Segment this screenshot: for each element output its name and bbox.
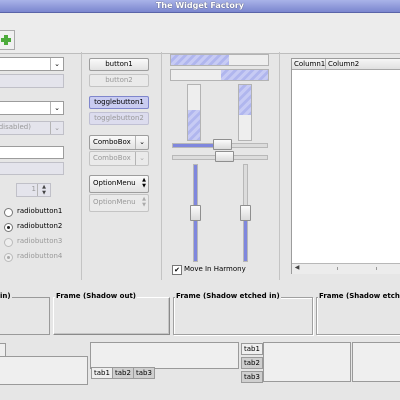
spin-button: 1 ▲ ▼ xyxy=(16,183,51,197)
radio-button xyxy=(4,238,13,247)
radio-button xyxy=(4,253,13,262)
notebook-bottom xyxy=(90,342,239,369)
button1[interactable]: button1 xyxy=(89,58,149,71)
add-icon xyxy=(1,35,11,45)
combo-box[interactable]: ⌄ xyxy=(0,101,64,115)
tab-2[interactable]: tab2 xyxy=(241,357,263,369)
progress-bar-inverted xyxy=(170,69,269,81)
tab-1[interactable]: tab1 xyxy=(241,343,263,355)
frame-shadow-etched-in xyxy=(173,297,313,335)
add-button[interactable] xyxy=(0,30,15,50)
hscale-2-knob[interactable] xyxy=(215,151,234,162)
updown-arrows-icon: ▲ ▼ xyxy=(142,177,146,189)
separator xyxy=(161,52,162,280)
combobox2: ComboBox ⌄ xyxy=(89,151,149,166)
hscale-knob[interactable] xyxy=(213,139,232,150)
spin-value: 1 xyxy=(31,185,36,193)
scale-fill xyxy=(244,215,247,261)
frame-label: Frame (Shadow etche xyxy=(318,292,400,301)
tab-3[interactable]: tab3 xyxy=(133,367,155,379)
radio-row[interactable]: radiobutton1 xyxy=(4,207,74,217)
combo-box-disabled: (disabled) ⌄ xyxy=(0,121,64,135)
toolbar xyxy=(0,13,400,54)
radio-label: radiobutton4 xyxy=(17,252,63,260)
progress-fill xyxy=(239,85,251,116)
check-icon: ✔ xyxy=(174,266,180,274)
radio-button[interactable] xyxy=(4,223,13,232)
text-entry-disabled xyxy=(0,162,64,175)
scale-fill xyxy=(173,144,218,147)
combo-entry[interactable]: ⌄ xyxy=(0,57,64,71)
horizontal-scrollbar[interactable]: ◀ xyxy=(292,263,400,274)
spin-arrows-icon: ▲ ▼ xyxy=(37,184,50,196)
chevron-down-icon: ⌄ xyxy=(50,122,63,134)
column-header-1[interactable]: Column1 xyxy=(292,59,326,70)
radio-row: radiobutton4 xyxy=(4,252,74,262)
tab-2[interactable]: tab2 xyxy=(112,367,134,379)
vscale-knob[interactable] xyxy=(190,205,201,221)
scroll-left-icon[interactable]: ◀ xyxy=(293,264,301,272)
combobox1[interactable]: ComboBox ⌄ xyxy=(89,135,149,150)
frame-shadow-out xyxy=(53,297,170,335)
text-entry[interactable] xyxy=(0,146,64,159)
radio-label: radiobutton2 xyxy=(17,222,63,230)
separator xyxy=(81,52,82,280)
vscale-2-knob[interactable] xyxy=(240,205,251,221)
vprogress-bar-inverted xyxy=(238,84,252,141)
optionmenu1-label: OptionMenu xyxy=(93,179,136,187)
radio-label: radiobutton3 xyxy=(17,237,63,245)
frame-label: Frame (Shadow etched in) xyxy=(175,292,281,301)
radio-button[interactable] xyxy=(4,208,13,217)
radio-row: radiobutton3 xyxy=(4,237,74,247)
chevron-down-icon[interactable]: ⌄ xyxy=(50,58,63,70)
radio-label: radiobutton1 xyxy=(17,207,63,215)
progress-fill xyxy=(188,109,200,140)
notebook-left xyxy=(0,356,88,385)
togglebutton2: togglebutton2 xyxy=(89,112,149,125)
radio-group: radiobutton1 radiobutton2 radiobutton3 radi… xyxy=(4,207,74,267)
updown-arrows-icon: ▲ ▼ xyxy=(142,196,146,208)
radio-row[interactable]: radiobutton2 xyxy=(4,222,74,232)
scrollbar-thumb[interactable] xyxy=(337,267,377,270)
column-header-2[interactable]: Column2 xyxy=(326,59,400,70)
optionmenu2-label: OptionMenu xyxy=(93,198,136,206)
progress-fill xyxy=(221,70,268,80)
tab-1[interactable]: tab1 xyxy=(91,367,113,379)
window-titlebar[interactable]: The Widget Factory xyxy=(0,0,400,13)
tab-3[interactable]: tab3 xyxy=(241,371,263,383)
move-in-harmony-checkbox[interactable]: ✔ xyxy=(172,265,182,275)
notebook-side xyxy=(263,342,351,382)
notebook-side-tabs: tab1 tab2 tab3 xyxy=(241,343,263,387)
frame-label: Frame (Shadow out) xyxy=(55,292,137,301)
tree-view[interactable]: Column1 Column2 ◀ xyxy=(291,58,400,274)
togglebutton1[interactable]: togglebutton1 xyxy=(89,96,149,109)
optionmenu1[interactable]: OptionMenu ▲ ▼ xyxy=(89,175,149,193)
window-title: The Widget Factory xyxy=(155,1,245,10)
progress-bar xyxy=(170,54,269,66)
progress-fill xyxy=(171,55,230,65)
combo-entry-disabled xyxy=(0,74,64,88)
combo-disabled-text: (disabled) xyxy=(0,123,31,131)
chevron-down-icon[interactable]: ⌄ xyxy=(50,102,63,114)
vprogress-bar xyxy=(187,84,201,141)
optionmenu2: OptionMenu ▲ ▼ xyxy=(89,194,149,212)
notebook-right xyxy=(352,342,400,382)
notebook-left-tab[interactable] xyxy=(0,343,6,357)
move-in-harmony-label: Move In Harmony xyxy=(184,265,246,273)
chevron-down-icon[interactable]: ⌄ xyxy=(135,136,148,149)
frame-shadow-in xyxy=(0,297,50,335)
chevron-down-icon: ⌄ xyxy=(135,152,148,165)
frame-label: in) xyxy=(0,292,12,301)
frame-shadow-etched-out xyxy=(316,297,400,335)
separator xyxy=(279,52,280,280)
combobox1-label: ComboBox xyxy=(93,138,131,146)
combobox2-label: ComboBox xyxy=(93,154,131,162)
button2: button2 xyxy=(89,74,149,87)
